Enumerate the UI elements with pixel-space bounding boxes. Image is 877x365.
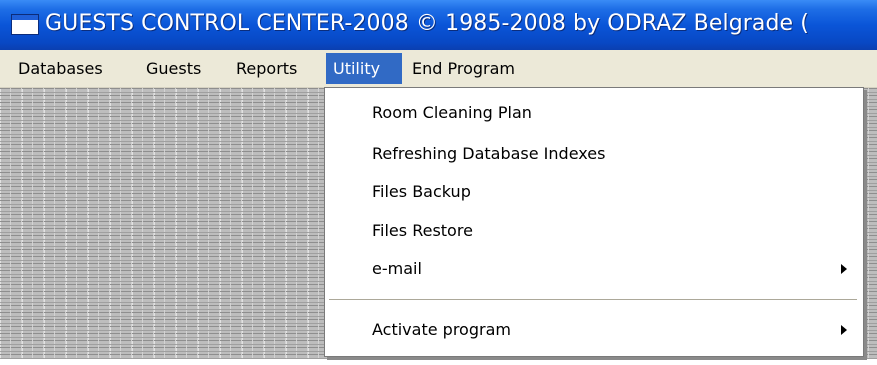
menu-item-files-restore[interactable]: Files Restore [325, 213, 863, 249]
menu-separator [329, 299, 857, 301]
app-window-icon[interactable] [11, 14, 39, 35]
menu-item-label: e-mail [372, 259, 422, 278]
window-title: GUESTS CONTROL CENTER-2008 © 1985-2008 b… [45, 11, 809, 36]
app-window: GUESTS CONTROL CENTER-2008 © 1985-2008 b… [0, 0, 877, 365]
menu-item-refreshing-database-indexes[interactable]: Refreshing Database Indexes [325, 136, 863, 172]
menu-item-files-backup[interactable]: Files Backup [325, 174, 863, 210]
utility-dropdown-menu: Room Cleaning Plan Refreshing Database I… [324, 87, 864, 357]
title-bar[interactable]: GUESTS CONTROL CENTER-2008 © 1985-2008 b… [0, 0, 877, 50]
menu-item-room-cleaning-plan[interactable]: Room Cleaning Plan [325, 95, 863, 131]
menu-bar: Databases Guests Reports Utility End Pro… [0, 50, 877, 88]
menu-item-e-mail[interactable]: e-mail [325, 251, 863, 287]
menu-guests[interactable]: Guests [139, 53, 208, 84]
menu-item-label: Files Backup [372, 182, 471, 201]
menu-item-activate-program[interactable]: Activate program [325, 312, 863, 348]
submenu-arrow-icon [841, 325, 847, 335]
menu-item-label: Room Cleaning Plan [372, 103, 532, 122]
client-bottom-edge [0, 359, 877, 365]
menu-databases[interactable]: Databases [11, 53, 110, 84]
menu-item-label: Files Restore [372, 221, 473, 240]
submenu-arrow-icon [841, 264, 847, 274]
menu-item-label: Activate program [372, 320, 511, 339]
menu-end-program[interactable]: End Program [405, 53, 522, 84]
menu-item-label: Refreshing Database Indexes [372, 144, 606, 163]
menu-utility[interactable]: Utility [326, 53, 402, 84]
menu-reports[interactable]: Reports [229, 53, 304, 84]
